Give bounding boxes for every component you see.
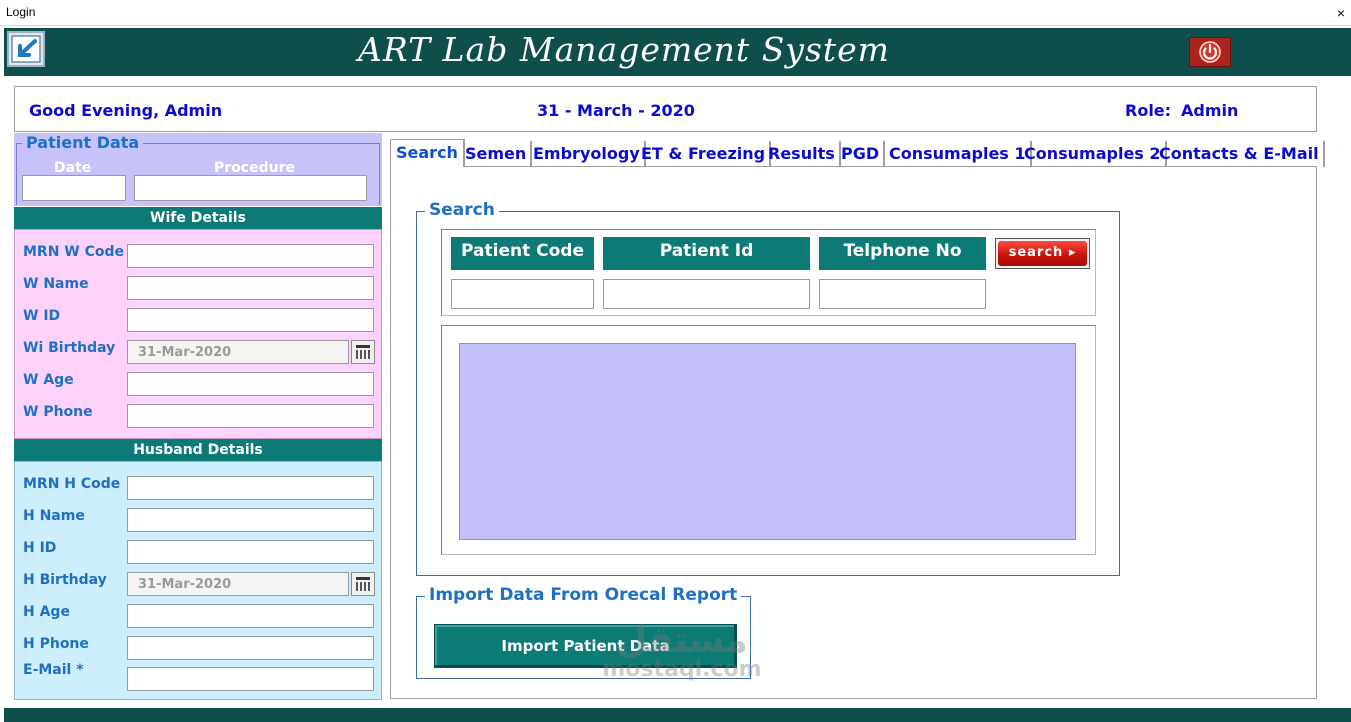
telephone-input[interactable] [819, 279, 986, 309]
greeting-text: Good Evening, Admin [29, 101, 223, 120]
wife-details-group: MRN W Code W Name W ID Wi Birthday 31-Ma… [14, 229, 382, 439]
app-footer [4, 708, 1351, 722]
arrow-back-icon[interactable] [7, 31, 45, 67]
window-title: Login [6, 5, 36, 19]
search-results-list[interactable] [459, 343, 1076, 540]
wife-name-input[interactable] [127, 276, 374, 300]
tab-consumaples-1[interactable]: Consumaples 1 [889, 141, 1032, 167]
email-input[interactable] [127, 667, 374, 691]
tab-contacts-email[interactable]: Contacts & E-Mail [1159, 141, 1325, 167]
app-header: ART Lab Management System [4, 28, 1351, 76]
procedure-label: Procedure [214, 160, 295, 176]
wife-phone-input[interactable] [127, 404, 374, 428]
current-date: 31 - March - 2020 [537, 101, 695, 120]
wife-age-row: W Age [15, 368, 381, 398]
calendar-icon[interactable] [351, 572, 375, 596]
husband-details-group: MRN H Code H Name H ID H Birthday 31-Mar… [14, 461, 382, 700]
tab-et-freezing[interactable]: ET & Freezing [641, 141, 772, 167]
results-box [441, 325, 1096, 555]
date-field[interactable] [22, 175, 126, 201]
field-label: W Age [23, 372, 74, 388]
husband-name-row: H Name [15, 504, 381, 534]
email-row: E-Mail * [15, 658, 381, 691]
husband-details-header: Husband Details [14, 439, 382, 461]
patient-data-group: Patient Data Date Procedure [14, 133, 382, 206]
tab-results[interactable]: Results [768, 141, 841, 167]
wife-birthday-row: Wi Birthday 31-Mar-2020 [15, 336, 381, 366]
husband-phone-input[interactable] [127, 636, 374, 660]
field-label: Wi Birthday [23, 340, 116, 356]
patient-id-input[interactable] [603, 279, 810, 309]
search-button[interactable]: search ▸ [995, 238, 1090, 269]
greeting-bar: Good Evening, Admin 31 - March - 2020 Ro… [14, 86, 1317, 132]
wife-birthday-input[interactable]: 31-Mar-2020 [127, 340, 349, 364]
field-label: H Age [23, 604, 70, 620]
date-label: Date [54, 160, 92, 176]
tab-search[interactable]: Search [390, 139, 465, 167]
field-label: MRN H Code [23, 476, 121, 492]
tab-content-search: Search Patient Code Patient Id Telphone … [390, 166, 1317, 699]
field-label: H ID [23, 540, 57, 556]
power-icon[interactable] [1189, 37, 1231, 67]
wife-phone-row: W Phone [15, 400, 381, 430]
search-group: Search Patient Code Patient Id Telphone … [416, 200, 1120, 576]
tab-embryology[interactable]: Embryology [533, 141, 646, 167]
app-window: Login × ART Lab Management System Good E… [0, 0, 1351, 722]
telephone-header: Telphone No [819, 237, 986, 270]
tab-consumaples-2[interactable]: Consumaples 2 [1024, 141, 1167, 167]
husband-id-row: H ID [15, 536, 381, 566]
calendar-icon[interactable] [351, 340, 375, 364]
role-label: Role: [1125, 101, 1172, 120]
wife-age-input[interactable] [127, 372, 374, 396]
field-label: W Name [23, 276, 89, 292]
field-label: H Phone [23, 636, 89, 652]
wife-id-row: W ID [15, 304, 381, 334]
husband-age-row: H Age [15, 600, 381, 630]
wife-name-row: W Name [15, 272, 381, 302]
import-patient-data-button[interactable]: Import Patient Data [434, 624, 737, 668]
wife-mrn-code-input[interactable] [127, 244, 374, 268]
patient-code-input[interactable] [451, 279, 594, 309]
husband-name-input[interactable] [127, 508, 374, 532]
patient-data-legend: Patient Data [22, 133, 144, 152]
import-group: Import Data From Orecal Report Import Pa… [416, 585, 751, 679]
patient-panel: Patient Data Date Procedure Wife Details… [14, 133, 382, 700]
husband-age-input[interactable] [127, 604, 374, 628]
import-legend: Import Data From Orecal Report [425, 585, 742, 605]
wife-id-input[interactable] [127, 308, 374, 332]
husband-mrn-code-input[interactable] [127, 476, 374, 500]
window-titlebar: Login × [0, 0, 1351, 26]
search-criteria-box: Patient Code Patient Id Telphone No sear… [441, 229, 1096, 316]
role-value: Admin [1181, 101, 1239, 120]
husband-mrn-row: MRN H Code [15, 472, 381, 502]
patient-id-header: Patient Id [603, 237, 810, 270]
field-label: H Name [23, 508, 85, 524]
wife-mrn-row: MRN W Code [15, 240, 381, 270]
field-label: E-Mail * [23, 662, 84, 678]
search-legend: Search [425, 200, 499, 220]
husband-birthday-row: H Birthday 31-Mar-2020 [15, 568, 381, 598]
field-label: MRN W Code [23, 244, 125, 260]
tab-pgd[interactable]: PGD [841, 141, 886, 167]
field-label: W ID [23, 308, 61, 324]
app-title: ART Lab Management System [358, 30, 890, 69]
tab-semen[interactable]: Semen [465, 141, 533, 167]
procedure-field[interactable] [134, 175, 367, 201]
field-label: H Birthday [23, 572, 107, 588]
wife-details-header: Wife Details [14, 207, 382, 229]
husband-birthday-input[interactable]: 31-Mar-2020 [127, 572, 349, 596]
field-label: W Phone [23, 404, 93, 420]
tab-strip: Search Semen Embryology ET & Freezing Re… [390, 139, 1325, 167]
close-icon[interactable]: × [1331, 0, 1351, 26]
husband-id-input[interactable] [127, 540, 374, 564]
search-button-label: search ▸ [998, 241, 1087, 266]
patient-code-header: Patient Code [451, 237, 594, 270]
